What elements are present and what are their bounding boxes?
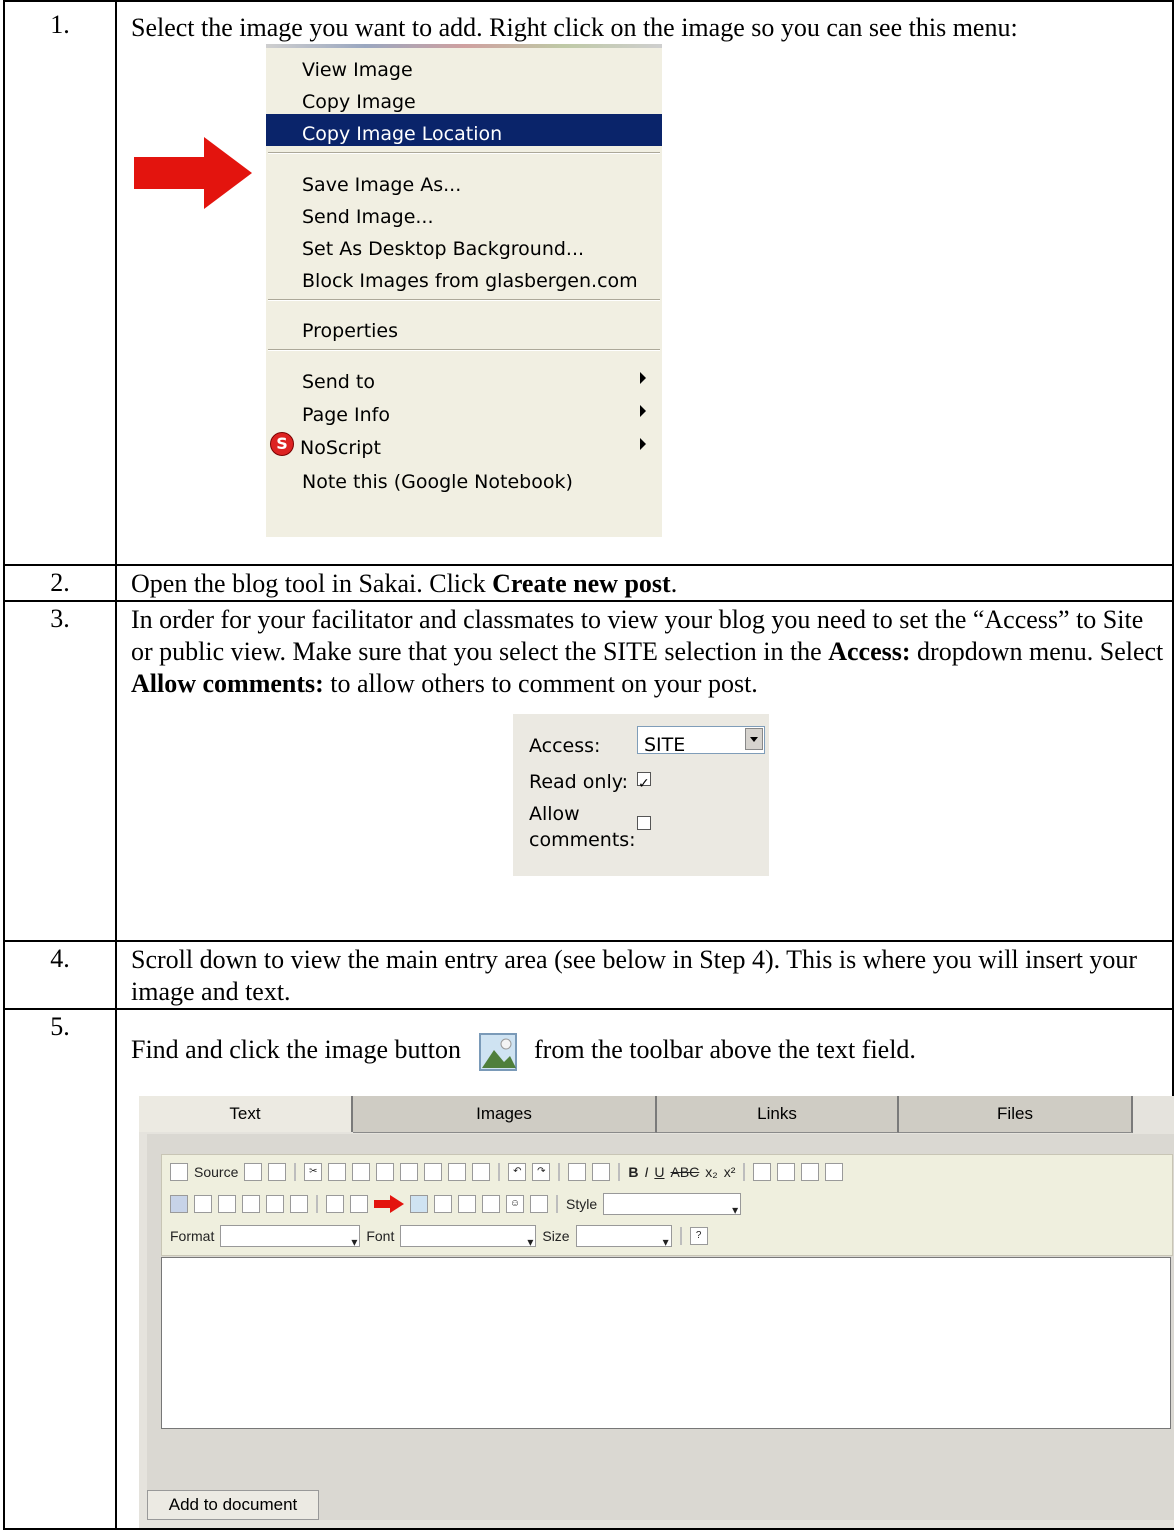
access-select[interactable]: SITE xyxy=(637,726,765,756)
size-select[interactable] xyxy=(575,1225,672,1258)
eraser-icon[interactable] xyxy=(448,1163,467,1181)
step-2: Open the blog tool in Sakai. Click Creat… xyxy=(115,564,1174,602)
paste-text-icon[interactable] xyxy=(376,1163,395,1181)
background-color-icon[interactable] xyxy=(290,1195,308,1213)
indent-icon[interactable] xyxy=(825,1163,844,1181)
style-label: Style xyxy=(566,1196,598,1212)
read-only-checkbox[interactable] xyxy=(637,768,651,800)
editor-toolbar: Source ✂ ↶ ↷ B I U ABC x₂ x² ☺ Style ▾ F… xyxy=(161,1154,1173,1258)
step-number: 1. xyxy=(3,0,117,566)
source-icon[interactable] xyxy=(170,1163,188,1181)
source-button[interactable]: Source xyxy=(194,1156,238,1188)
superscript-icon[interactable]: x² xyxy=(724,1156,736,1188)
read-only-label: Read only: xyxy=(529,771,628,793)
chevron-down-icon xyxy=(745,728,763,750)
link-icon[interactable] xyxy=(326,1195,344,1213)
cut-icon[interactable]: ✂ xyxy=(304,1163,323,1181)
print-icon[interactable] xyxy=(424,1163,443,1181)
horizontal-rule-icon[interactable] xyxy=(482,1195,500,1213)
underline-icon[interactable]: U xyxy=(654,1156,664,1188)
text-color-icon[interactable] xyxy=(266,1195,284,1213)
submenu-arrow-icon xyxy=(640,405,646,417)
step-number: 2. xyxy=(3,564,117,602)
menu-item-copy-image[interactable]: Copy Image xyxy=(266,82,662,114)
font-label: Font xyxy=(366,1228,395,1244)
preview-icon[interactable] xyxy=(244,1163,263,1181)
bold-icon[interactable]: B xyxy=(628,1156,638,1188)
menu-item-save-image-as[interactable]: Save Image As... xyxy=(266,165,662,197)
font-select[interactable] xyxy=(400,1225,537,1258)
tab-files[interactable]: Files xyxy=(899,1096,1133,1133)
menu-item-set-desktop-background[interactable]: Set As Desktop Background... xyxy=(266,229,662,261)
strikethrough-icon[interactable]: ABC xyxy=(671,1156,700,1188)
menu-item-send-image[interactable]: Send Image... xyxy=(266,197,662,229)
align-right-icon[interactable] xyxy=(218,1195,236,1213)
entry-text-area[interactable] xyxy=(161,1257,1171,1429)
menu-item-noscript[interactable]: S NoScript xyxy=(266,428,662,460)
table-icon[interactable] xyxy=(458,1195,476,1213)
red-arrow-icon xyxy=(134,137,252,209)
context-menu-screenshot: View Image Copy Image Copy Image Locatio… xyxy=(266,44,662,537)
submenu-arrow-icon xyxy=(640,438,646,450)
style-select[interactable] xyxy=(603,1193,742,1226)
menu-item-view-image[interactable]: View Image xyxy=(266,50,662,82)
step-5: Find and click the image button from the… xyxy=(115,1008,1174,1530)
bulleted-list-icon[interactable] xyxy=(777,1163,796,1181)
blog-editor-screenshot: Text Images Links Files Source ✂ ↶ ↷ B I… xyxy=(139,1096,1174,1528)
noscript-icon: S xyxy=(270,432,294,456)
submenu-arrow-icon xyxy=(640,372,646,384)
menu-item-note-this[interactable]: Note this (Google Notebook) xyxy=(266,462,662,494)
flash-icon[interactable] xyxy=(434,1195,452,1213)
add-to-document-button[interactable]: Add to document xyxy=(147,1490,319,1520)
step-number: 3. xyxy=(3,600,117,942)
instructions-table: 1. Select the image you want to add. Rig… xyxy=(3,0,1174,1530)
step-number: 4. xyxy=(3,940,117,1010)
unlink-icon[interactable] xyxy=(350,1195,368,1213)
justify-icon[interactable] xyxy=(242,1195,260,1213)
paste-word-icon[interactable] xyxy=(400,1163,419,1181)
allow-comments-checkbox[interactable] xyxy=(637,816,651,830)
redo-icon[interactable]: ↷ xyxy=(532,1163,551,1181)
align-center-icon[interactable] xyxy=(194,1195,212,1213)
menu-item-page-info[interactable]: Page Info xyxy=(266,395,662,427)
subscript-icon[interactable]: x₂ xyxy=(705,1156,717,1188)
access-label: Access: xyxy=(529,735,601,757)
step-4: Scroll down to view the main entry area … xyxy=(115,940,1174,1010)
undo-icon[interactable]: ↶ xyxy=(508,1163,527,1181)
spellcheck-icon[interactable] xyxy=(472,1163,491,1181)
menu-item-block-images[interactable]: Block Images from glasbergen.com xyxy=(266,261,662,293)
access-settings-panel: Access: SITE Read only: Allow comments: xyxy=(513,714,769,876)
copy-icon[interactable] xyxy=(328,1163,347,1181)
menu-item-send-to[interactable]: Send to xyxy=(266,362,662,394)
allow-comments-label-2: comments: xyxy=(529,829,636,851)
step-3: In order for your facilitator and classm… xyxy=(115,600,1174,942)
italic-icon[interactable]: I xyxy=(644,1156,648,1188)
menu-item-copy-image-location[interactable]: Copy Image Location xyxy=(266,114,662,146)
smiley-icon[interactable]: ☺ xyxy=(506,1195,524,1213)
align-left-icon[interactable] xyxy=(170,1195,188,1213)
paste-icon[interactable] xyxy=(352,1163,371,1181)
image-icon[interactable] xyxy=(410,1195,428,1213)
template-icon[interactable] xyxy=(268,1163,287,1181)
tab-text[interactable]: Text xyxy=(139,1096,353,1132)
size-label: Size xyxy=(542,1228,570,1244)
help-icon[interactable]: ? xyxy=(689,1227,708,1245)
image-button-icon xyxy=(478,1033,517,1071)
step-number: 5. xyxy=(3,1008,117,1530)
outdent-icon[interactable] xyxy=(801,1163,820,1181)
replace-icon[interactable] xyxy=(592,1163,611,1181)
menu-item-properties[interactable]: Properties xyxy=(266,311,662,343)
step-1: Select the image you want to add. Right … xyxy=(115,0,1174,566)
tab-images[interactable]: Images xyxy=(353,1096,657,1133)
step-text: Select the image you want to add. Right … xyxy=(131,13,1018,42)
format-label: Format xyxy=(170,1228,215,1244)
special-char-icon[interactable] xyxy=(530,1195,548,1213)
format-select[interactable] xyxy=(220,1225,361,1258)
red-arrow-icon xyxy=(374,1195,404,1213)
numbered-list-icon[interactable] xyxy=(753,1163,772,1181)
find-icon[interactable] xyxy=(568,1163,587,1181)
tab-links[interactable]: Links xyxy=(657,1096,899,1133)
